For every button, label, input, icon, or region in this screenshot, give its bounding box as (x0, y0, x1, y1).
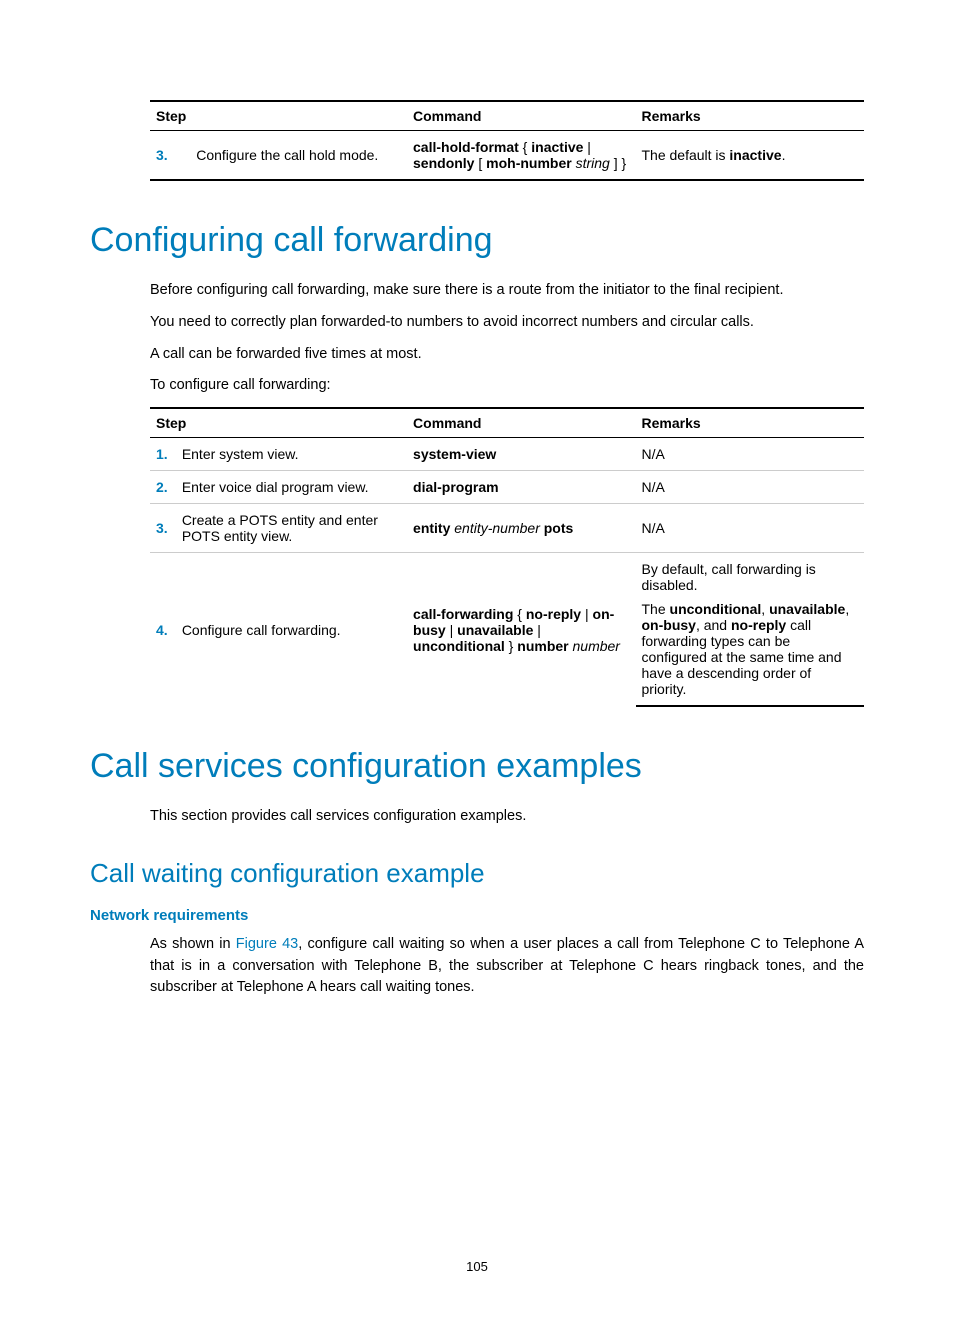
command-cell: dial-program (407, 471, 635, 504)
paragraph: A call can be forwarded five times at mo… (150, 344, 864, 366)
cmd-token: { (513, 606, 525, 622)
cmd-token: call-hold-format (413, 139, 519, 155)
cmd-token: } (505, 638, 517, 654)
table-header-row: Step Command Remarks (150, 101, 864, 131)
cmd-token: call-forwarding (413, 606, 513, 622)
table-row: 1. Enter system view. system-view N/A (150, 438, 864, 471)
remarks-cell: N/A (636, 471, 865, 504)
step-number: 4. (150, 553, 176, 707)
cmd-token: | (583, 139, 591, 155)
cmd-token: number (517, 638, 568, 654)
step-number: 3. (150, 131, 190, 181)
cmd-token: inactive (531, 139, 583, 155)
cmd-token: unconditional (413, 638, 505, 654)
cmd-token: no-reply (526, 606, 581, 622)
paragraph: Before configuring call forwarding, make… (150, 280, 864, 302)
rem-text: , (845, 601, 849, 617)
document-page: Step Command Remarks 3. Configure the ca… (0, 0, 954, 1334)
figure-link[interactable]: Figure 43 (236, 936, 298, 952)
remarks-cell: By default, call forwarding is disabled. (636, 553, 865, 598)
cmd-token: pots (544, 520, 574, 536)
cmd-arg: number (573, 638, 620, 654)
table-row: 4. Configure call forwarding. call-forwa… (150, 553, 864, 598)
remarks-cell: The unconditional, unavailable, on-busy,… (636, 597, 865, 706)
step-text: Enter voice dial program view. (176, 471, 407, 504)
cmd-token: | (581, 606, 592, 622)
cmd-token: | (533, 622, 541, 638)
rem-text: , and (696, 617, 731, 633)
heading-network-requirements: Network requirements (90, 907, 864, 924)
step-text: Configure the call hold mode. (190, 131, 407, 181)
cmd-token: unavailable (457, 622, 533, 638)
step-number: 1. (150, 438, 176, 471)
rem-bold: unavailable (769, 601, 845, 617)
heading-configuring-call-forwarding: Configuring call forwarding (90, 221, 864, 260)
cmd-token: | (446, 622, 457, 638)
command-cell: system-view (407, 438, 635, 471)
step-number: 3. (150, 504, 176, 553)
command-cell: call-forwarding { no-reply | on-busy | u… (407, 553, 635, 707)
th-step: Step (150, 101, 407, 131)
rem-bold: inactive (729, 147, 781, 163)
rem-text: . (782, 147, 786, 163)
step-text: Configure call forwarding. (176, 553, 407, 707)
th-remarks: Remarks (635, 101, 864, 131)
table-row: 3. Configure the call hold mode. call-ho… (150, 131, 864, 181)
paragraph: To configure call forwarding: (150, 375, 864, 397)
cmd-token: { (519, 139, 531, 155)
command-cell: entity entity-number pots (407, 504, 635, 553)
remarks-cell: N/A (636, 504, 865, 553)
rem-text: , (761, 601, 769, 617)
command-cell: call-hold-format { inactive | sendonly [… (407, 131, 635, 181)
cmd-token: entity (413, 520, 450, 536)
rem-bold: no-reply (731, 617, 786, 633)
cmd-token: ] } (610, 155, 626, 171)
rem-text: The (642, 601, 670, 617)
paragraph: You need to correctly plan forwarded-to … (150, 312, 864, 334)
page-number: 105 (90, 1259, 864, 1274)
call-forwarding-table-wrap: Step Command Remarks 1. Enter system vie… (150, 407, 864, 707)
call-forwarding-table: Step Command Remarks 1. Enter system vie… (150, 407, 864, 707)
cmd-token: [ (474, 155, 486, 171)
call-hold-table-wrap: Step Command Remarks 3. Configure the ca… (150, 100, 864, 181)
cmd-token: moh-number (486, 155, 572, 171)
rem-bold: on-busy (642, 617, 696, 633)
cmd-arg: string (576, 155, 610, 171)
rem-text: The default is (641, 147, 729, 163)
para-text: As shown in (150, 936, 236, 952)
call-hold-table: Step Command Remarks 3. Configure the ca… (150, 100, 864, 181)
table-row: 3. Create a POTS entity and enter POTS e… (150, 504, 864, 553)
th-command: Command (407, 408, 635, 438)
paragraph: As shown in Figure 43, configure call wa… (150, 934, 864, 999)
cmd-arg: entity-number (454, 520, 540, 536)
heading-call-waiting-example: Call waiting configuration example (90, 858, 864, 889)
th-step: Step (150, 408, 407, 438)
th-command: Command (407, 101, 635, 131)
cmd-token: sendonly (413, 155, 474, 171)
step-text: Create a POTS entity and enter POTS enti… (176, 504, 407, 553)
paragraph: This section provides call services conf… (150, 806, 864, 828)
table-header-row: Step Command Remarks (150, 408, 864, 438)
remarks-cell: N/A (636, 438, 865, 471)
table-row: 2. Enter voice dial program view. dial-p… (150, 471, 864, 504)
step-text: Enter system view. (176, 438, 407, 471)
heading-call-services-examples: Call services configuration examples (90, 747, 864, 786)
th-remarks: Remarks (636, 408, 865, 438)
step-number: 2. (150, 471, 176, 504)
remarks-cell: The default is inactive. (635, 131, 864, 181)
rem-bold: unconditional (670, 601, 762, 617)
